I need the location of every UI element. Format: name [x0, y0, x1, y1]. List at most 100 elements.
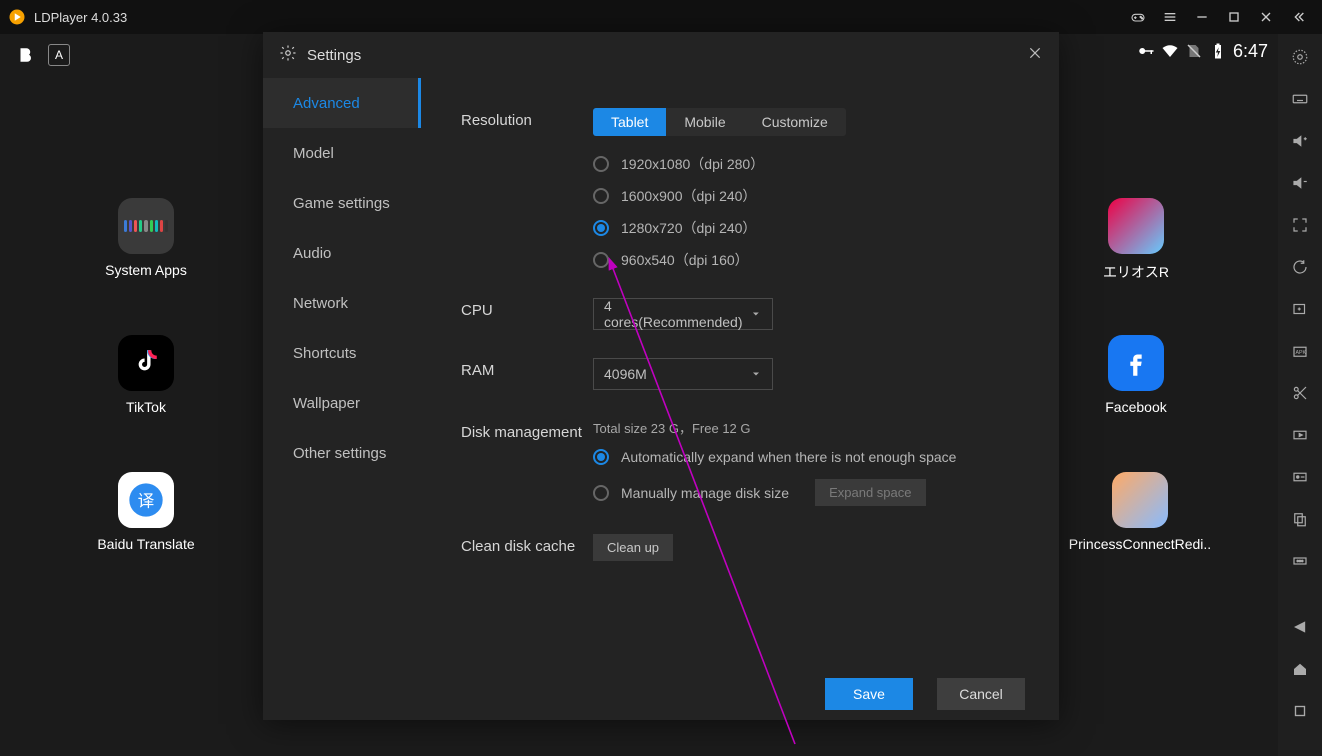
dialog-close-button[interactable]	[1027, 45, 1043, 66]
menu-icon[interactable]	[1154, 1, 1186, 33]
app-elios-r[interactable]: エリオスR	[1076, 198, 1196, 282]
apk-install-icon[interactable]: APK	[1289, 340, 1311, 362]
cancel-button[interactable]: Cancel	[937, 678, 1025, 710]
more-icon[interactable]	[1289, 550, 1311, 572]
app-facebook[interactable]: Facebook	[1076, 335, 1196, 415]
clean-up-button[interactable]: Clean up	[593, 534, 673, 561]
settings-content: Resolution Tablet Mobile Customize 1920x…	[421, 78, 1059, 678]
disk-label: Disk management	[461, 418, 593, 506]
copy-icon[interactable]	[1289, 508, 1311, 530]
app-princess-connect[interactable]: PrincessConnectRedi..	[1060, 472, 1220, 552]
app-system-apps[interactable]: System Apps	[86, 198, 206, 278]
app-baidu-translate[interactable]: 译 Baidu Translate	[86, 472, 206, 552]
app-tiktok[interactable]: TikTok	[86, 335, 206, 415]
svg-text:译: 译	[138, 492, 155, 511]
app-label: エリオスR	[1103, 262, 1169, 282]
radio-icon	[593, 252, 609, 268]
resolution-tabs: Tablet Mobile Customize	[593, 108, 846, 136]
volume-up-icon[interactable]	[1289, 130, 1311, 152]
resolution-960x540[interactable]: 960x540（dpi 160）	[593, 250, 1019, 270]
cpu-label: CPU	[461, 298, 593, 330]
resolution-1600x900[interactable]: 1600x900（dpi 240）	[593, 186, 1019, 206]
operation-record-icon[interactable]	[1289, 466, 1311, 488]
sidebar-item-shortcuts[interactable]: Shortcuts	[263, 328, 421, 378]
dialog-footer: Save Cancel	[263, 678, 1059, 720]
expand-space-button[interactable]: Expand space	[815, 479, 925, 506]
titlebar: LDPlayer 4.0.33	[0, 0, 1322, 34]
sidebar-item-audio[interactable]: Audio	[263, 228, 421, 278]
ram-label: RAM	[461, 358, 593, 390]
ram-value: 4096M	[604, 366, 647, 382]
clean-cache-label: Clean disk cache	[461, 534, 593, 561]
cpu-select[interactable]: 4 cores(Recommended)	[593, 298, 773, 330]
brand-b-icon[interactable]	[14, 44, 36, 66]
volume-down-icon[interactable]	[1289, 172, 1311, 194]
tab-mobile[interactable]: Mobile	[666, 108, 743, 136]
disk-info: Total size 23 G，Free 12 G	[593, 418, 1019, 437]
close-button[interactable]	[1250, 1, 1282, 33]
sidebar-item-other-settings[interactable]: Other settings	[263, 428, 421, 478]
mini-bar: A	[14, 44, 70, 66]
back-icon[interactable]	[1289, 616, 1311, 638]
app-label: TikTok	[126, 399, 166, 415]
settings-gear-icon[interactable]	[1289, 46, 1311, 68]
radio-icon	[593, 220, 609, 236]
keyboard-icon[interactable]	[1289, 88, 1311, 110]
princess-connect-icon	[1112, 472, 1168, 528]
lang-a-icon[interactable]: A	[48, 44, 70, 66]
gear-icon	[279, 44, 297, 67]
fullscreen-icon[interactable]	[1289, 214, 1311, 236]
tab-tablet[interactable]: Tablet	[593, 108, 666, 136]
resolution-1280x720[interactable]: 1280x720（dpi 240）	[593, 218, 1019, 238]
sidebar-item-advanced[interactable]: Advanced	[263, 78, 421, 128]
radio-icon	[593, 485, 609, 501]
vpn-key-icon	[1137, 42, 1155, 60]
baidu-translate-icon: 译	[118, 472, 174, 528]
collapse-sidebar-button[interactable]	[1282, 1, 1314, 33]
resolution-label: Resolution	[461, 108, 593, 270]
radio-icon	[593, 156, 609, 172]
app-label: Baidu Translate	[97, 536, 194, 552]
app-title: LDPlayer 4.0.33	[34, 10, 127, 25]
facebook-icon	[1108, 335, 1164, 391]
clock-text: 6:47	[1233, 41, 1268, 62]
tiktok-icon	[118, 335, 174, 391]
ldplayer-logo-icon	[8, 8, 26, 26]
ram-select[interactable]: 4096M	[593, 358, 773, 390]
recents-icon[interactable]	[1289, 700, 1311, 722]
app-label: PrincessConnectRedi..	[1069, 536, 1211, 552]
sync-icon[interactable]	[1289, 256, 1311, 278]
disk-auto-expand[interactable]: Automatically expand when there is not e…	[593, 449, 1019, 465]
android-statusbar: 6:47	[1078, 34, 1278, 68]
app-label: Facebook	[1105, 399, 1166, 415]
record-icon[interactable]	[1289, 424, 1311, 446]
home-icon[interactable]	[1289, 658, 1311, 680]
save-button[interactable]: Save	[825, 678, 913, 710]
right-toolbar: APK	[1278, 34, 1322, 756]
dialog-header: Settings	[263, 32, 1059, 78]
radio-icon	[593, 188, 609, 204]
sidebar-item-wallpaper[interactable]: Wallpaper	[263, 378, 421, 428]
radio-icon	[593, 449, 609, 465]
sidebar-item-network[interactable]: Network	[263, 278, 421, 328]
chevron-down-icon	[750, 368, 762, 380]
multi-instance-icon[interactable]	[1289, 298, 1311, 320]
dialog-title: Settings	[307, 47, 361, 64]
settings-dialog: Settings Advanced Model Game settings Au…	[263, 32, 1059, 720]
sidebar-item-game-settings[interactable]: Game settings	[263, 178, 421, 228]
chevron-down-icon	[750, 308, 762, 320]
tab-customize[interactable]: Customize	[744, 108, 846, 136]
svg-text:APK: APK	[1296, 350, 1307, 356]
disk-manual[interactable]: Manually manage disk size Expand space	[593, 479, 1019, 506]
resolution-1920x1080[interactable]: 1920x1080（dpi 280）	[593, 154, 1019, 174]
system-apps-icon	[118, 198, 174, 254]
battery-charging-icon	[1209, 42, 1227, 60]
settings-sidebar: Advanced Model Game settings Audio Netwo…	[263, 78, 421, 678]
gamepad-icon[interactable]	[1122, 1, 1154, 33]
app-label: System Apps	[105, 262, 187, 278]
scissors-icon[interactable]	[1289, 382, 1311, 404]
cpu-value: 4 cores(Recommended)	[604, 298, 750, 330]
minimize-button[interactable]	[1186, 1, 1218, 33]
maximize-button[interactable]	[1218, 1, 1250, 33]
sidebar-item-model[interactable]: Model	[263, 128, 421, 178]
